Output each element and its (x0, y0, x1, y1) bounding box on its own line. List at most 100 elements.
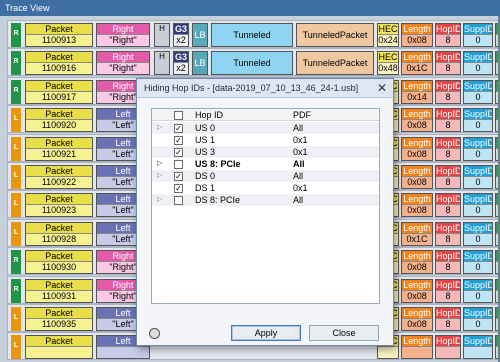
suppid-cell[interactable]: SuppID 0 (463, 250, 493, 275)
length-cell[interactable]: Length 0x08 (401, 193, 433, 218)
hopid-cell[interactable]: HopID 8 (435, 79, 461, 104)
row-checkbox[interactable] (174, 160, 183, 169)
suppid-cell[interactable]: SuppID 0 (463, 307, 493, 331)
hopid-cell[interactable]: HopID 8 (435, 250, 461, 275)
packet-cell[interactable]: Packet 1100921 (25, 136, 93, 161)
length-label: Length (402, 137, 432, 149)
packet-label: Packet (26, 308, 92, 319)
lb-cell[interactable]: LB (192, 51, 208, 76)
suppid-cell[interactable]: SuppID 0 (463, 51, 493, 76)
packet-cell[interactable]: Packet 1100931 (25, 278, 93, 303)
row-checkbox[interactable]: ✓ (174, 136, 183, 145)
suppid-cell[interactable]: SuppID 0 (463, 193, 493, 218)
length-cell[interactable]: Length (401, 335, 433, 360)
hopid-cell[interactable]: HopID 8 (435, 278, 461, 303)
suppid-cell[interactable]: SuppID (463, 335, 493, 360)
trace-row[interactable]: R Packet 1100913 Right "Right" H G3 x2 LB Tunnele… (7, 20, 500, 48)
expand-icon[interactable]: ▷ (157, 122, 162, 134)
row-checkbox[interactable]: ✓ (174, 184, 183, 193)
row-checkbox[interactable] (174, 196, 183, 205)
suppid-cell[interactable]: SuppID 0 (463, 165, 493, 189)
pdf-value: All (293, 195, 304, 205)
suppid-cell[interactable]: SuppID 0 (463, 221, 493, 246)
packet-cell[interactable]: Packet 1100930 (25, 250, 93, 275)
hopid-cell[interactable]: HopID 8 (435, 221, 461, 246)
length-label: Length (402, 109, 432, 121)
expand-icon[interactable]: ▷ (157, 170, 162, 182)
tunneled-cell[interactable]: Tunneled (211, 23, 293, 47)
direction-cell[interactable]: Right "Right" (96, 51, 150, 76)
hopid-cell[interactable]: HopID 8 (435, 23, 461, 47)
header-cell[interactable]: H (154, 51, 170, 76)
packet-label: Packet (26, 52, 92, 64)
length-cell[interactable]: Length 0x1C (401, 221, 433, 246)
packet-cell[interactable]: Packet 1100917 (25, 79, 93, 104)
expand-icon[interactable]: ▷ (157, 158, 162, 170)
packet-cell[interactable]: Packet 1100935 (25, 307, 93, 331)
expand-icon[interactable]: ▷ (157, 194, 162, 206)
column-hop-id[interactable]: Hop ID (195, 109, 223, 121)
column-pdf[interactable]: PDF (293, 109, 311, 121)
row-checkbox[interactable]: ✓ (174, 124, 183, 133)
close-icon[interactable]: ✕ (377, 79, 387, 97)
hop-id-row[interactable]: ✓ DS 1 0x1 (152, 182, 379, 194)
apply-button[interactable]: Apply (231, 325, 301, 341)
packet-label: Packet (26, 24, 92, 35)
length-cell[interactable]: Length 0x08 (401, 108, 433, 133)
gen3-cell[interactable]: G3 x2 (173, 51, 189, 76)
hop-id-row[interactable]: ▷ ✓ DS 0 All (152, 170, 379, 182)
packet-cell[interactable]: Packet 1100922 (25, 165, 93, 189)
hop-id-row[interactable]: ✓ US 3 0x1 (152, 146, 379, 158)
suppid-cell[interactable]: SuppID 0 (463, 23, 493, 47)
packet-cell[interactable]: Packet (25, 335, 93, 360)
hop-id-row[interactable]: ✓ US 1 0x1 (152, 134, 379, 146)
capture-icon[interactable] (149, 328, 160, 339)
hopid-cell[interactable]: HopID (435, 335, 461, 360)
lb-cell[interactable]: LB (192, 23, 208, 47)
header-checkbox[interactable] (174, 111, 183, 120)
hopid-cell[interactable]: HopID 8 (435, 108, 461, 133)
hopid-cell[interactable]: HopID 8 (435, 307, 461, 331)
tunneled-packet-cell[interactable]: TunneledPacket (296, 51, 374, 76)
length-cell[interactable]: Length 0x08 (401, 136, 433, 161)
packet-number: 1100916 (41, 63, 77, 74)
hop-id-row[interactable]: ▷ ✓ US 0 All (152, 122, 379, 134)
suppid-cell[interactable]: SuppID 0 (463, 79, 493, 104)
suppid-cell[interactable]: SuppID 0 (463, 136, 493, 161)
hop-id-name: US 0 (195, 123, 216, 133)
gen3-cell[interactable]: G3 x2 (173, 23, 189, 47)
length-cell[interactable]: Length 0x08 (401, 278, 433, 303)
trace-row[interactable]: R Packet 1100916 Right "Right" H G3 x2 LB Tunnele… (7, 48, 500, 77)
length-cell[interactable]: Length 0x08 (401, 307, 433, 331)
length-cell[interactable]: Length 0x1C (401, 51, 433, 76)
packet-cell[interactable]: Packet 1100913 (25, 23, 93, 47)
length-cell[interactable]: Length 0x08 (401, 250, 433, 275)
hopid-cell[interactable]: HopID 8 (435, 193, 461, 218)
direction-cell[interactable]: Right "Right" (96, 23, 150, 47)
hec-cell[interactable]: HEC 0x48 (377, 51, 399, 76)
direction-value: "Right" (109, 63, 137, 74)
hec-cell[interactable]: HEC 0x24 (377, 23, 399, 47)
packet-cell[interactable]: Packet 1100916 (25, 51, 93, 76)
suppid-cell[interactable]: SuppID 0 (463, 108, 493, 133)
length-cell[interactable]: Length 0x14 (401, 79, 433, 104)
length-label: Length (402, 80, 432, 92)
hopid-cell[interactable]: HopID 8 (435, 51, 461, 76)
hopid-cell[interactable]: HopID 8 (435, 136, 461, 161)
tunneled-cell[interactable]: Tunneled (211, 51, 293, 76)
packet-number: 1100917 (41, 91, 77, 102)
packet-cell[interactable]: Packet 1100928 (25, 221, 93, 246)
close-button[interactable]: Close (309, 325, 379, 341)
packet-cell[interactable]: Packet 1100920 (25, 108, 93, 133)
row-checkbox[interactable]: ✓ (174, 172, 183, 181)
length-cell[interactable]: Length 0x08 (401, 165, 433, 189)
packet-cell[interactable]: Packet 1100923 (25, 193, 93, 218)
suppid-cell[interactable]: SuppID 0 (463, 278, 493, 303)
hop-id-row[interactable]: ▷ DS 8: PCIe All (152, 194, 379, 206)
tunneled-packet-cell[interactable]: TunneledPacket (296, 23, 374, 47)
hop-id-row[interactable]: ▷ US 8: PCIe All (152, 158, 379, 170)
row-checkbox[interactable]: ✓ (174, 148, 183, 157)
length-cell[interactable]: Length 0x08 (401, 23, 433, 47)
header-cell[interactable]: H (154, 23, 170, 47)
hopid-cell[interactable]: HopID 8 (435, 165, 461, 189)
